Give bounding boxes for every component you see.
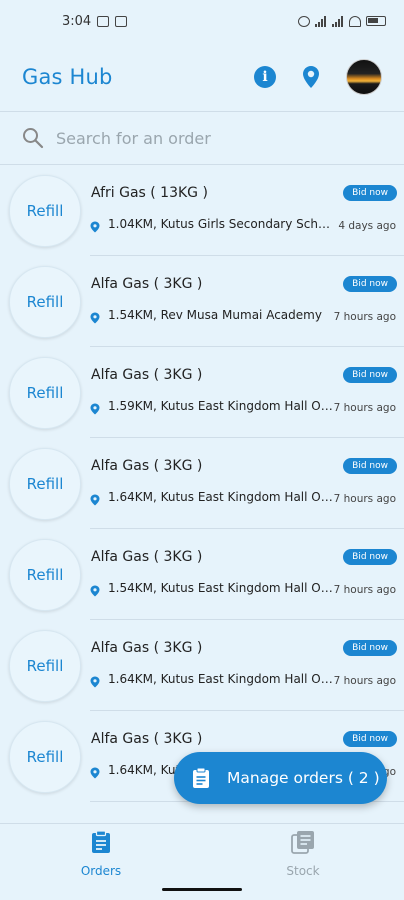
order-name: Alfa Gas ( 3KG ) (91, 276, 203, 292)
manage-orders-button[interactable]: Manage orders ( 2 ) (174, 752, 387, 804)
status-bar: 3:04 (0, 0, 404, 42)
order-time: 7 hours ago (333, 675, 396, 687)
search-input[interactable]: Search for an order (56, 129, 211, 148)
gallery-notification-icon (97, 15, 110, 27)
order-name: Alfa Gas ( 3KG ) (91, 458, 203, 474)
order-name: Afri Gas ( 13KG ) (91, 185, 208, 201)
refill-badge: Refill (9, 175, 81, 247)
app-title: Gas Hub (22, 65, 113, 89)
list-item[interactable]: Refill Afri Gas ( 13KG ) Bid now 1.04KM,… (0, 165, 404, 256)
battery-icon (366, 16, 386, 26)
search-icon (22, 127, 44, 149)
refill-badge: Refill (9, 448, 81, 520)
location-pin-icon (90, 673, 100, 688)
location-pin-icon (90, 491, 100, 506)
list-item[interactable]: Refill Alfa Gas ( 3KG ) Bid now 1.64KM, … (0, 438, 404, 529)
bid-now-button[interactable]: Bid now (343, 640, 397, 656)
status-time: 3:04 (62, 13, 92, 29)
location-pin-icon (90, 309, 100, 324)
bid-now-button[interactable]: Bid now (343, 731, 397, 747)
refill-badge: Refill (9, 721, 81, 793)
order-time: 7 hours ago (333, 311, 396, 323)
list-item[interactable]: Refill Alfa Gas ( 3KG ) Bid now 1.59KM, … (0, 347, 404, 438)
list-item[interactable]: Refill Alfa Gas ( 3KG ) Bid now 1.54KM, … (0, 529, 404, 620)
signal-secondary-icon (332, 15, 344, 27)
bid-now-button[interactable]: Bid now (343, 185, 397, 201)
order-location: 1.64KM, Kutus East Kingdom Hall Of Jehov… (108, 672, 335, 686)
order-name: Alfa Gas ( 3KG ) (91, 731, 203, 747)
refill-badge: Refill (9, 630, 81, 702)
bid-now-button[interactable]: Bid now (343, 458, 397, 474)
list-item[interactable]: Refill Alfa Gas ( 3KG ) Bid now 1.64KM, … (0, 620, 404, 711)
refill-badge: Refill (9, 357, 81, 429)
order-location: 1.04KM, Kutus Girls Secondary School (108, 217, 335, 231)
wifi-icon (349, 15, 361, 27)
tab-stock-label: Stock (286, 864, 320, 878)
hotspot-icon (298, 15, 310, 27)
order-time: 7 hours ago (333, 493, 396, 505)
order-location: 1.64KM, Kutus East Kingdom Hall Of Jehov… (108, 490, 335, 504)
bid-now-button[interactable]: Bid now (343, 367, 397, 383)
location-pin-icon (90, 764, 100, 779)
clipboard-icon (192, 767, 210, 789)
order-time: 7 hours ago (333, 584, 396, 596)
list-item[interactable]: Refill Alfa Gas ( 3KG ) Bid now 1.54KM, … (0, 256, 404, 347)
order-name: Alfa Gas ( 3KG ) (91, 549, 203, 565)
order-location: 1.54KM, Rev Musa Mumai Academy (108, 308, 322, 322)
location-pin-icon (90, 582, 100, 597)
info-icon[interactable]: i (254, 66, 276, 88)
location-pin-icon[interactable] (300, 65, 322, 89)
home-indicator[interactable] (162, 888, 242, 891)
bid-now-button[interactable]: Bid now (343, 549, 397, 565)
avatar[interactable] (346, 59, 382, 95)
refill-badge: Refill (9, 266, 81, 338)
orders-clipboard-icon (90, 830, 112, 858)
stock-list-icon (291, 830, 315, 858)
search-bar[interactable]: Search for an order (0, 112, 404, 164)
tab-stock[interactable]: Stock (202, 824, 404, 884)
signal-icon (315, 15, 327, 27)
tab-orders-label: Orders (80, 864, 122, 878)
manage-orders-label: Manage orders ( 2 ) (227, 769, 380, 787)
orders-list[interactable]: Refill Afri Gas ( 13KG ) Bid now 1.04KM,… (0, 165, 404, 822)
location-pin-icon (90, 218, 100, 233)
order-location: 1.54KM, Kutus East Kingdom Hall Of Jehov… (108, 581, 335, 595)
app-bar: Gas Hub i (0, 42, 404, 112)
mail-notification-icon (115, 15, 128, 27)
order-time: 4 days ago (338, 220, 396, 232)
order-time: 7 hours ago (333, 402, 396, 414)
location-pin-icon (90, 400, 100, 415)
order-name: Alfa Gas ( 3KG ) (91, 640, 203, 656)
order-location: 1.59KM, Kutus East Kingdom Hall Of Jehov… (108, 399, 335, 413)
refill-badge: Refill (9, 539, 81, 611)
bid-now-button[interactable]: Bid now (343, 276, 397, 292)
order-name: Alfa Gas ( 3KG ) (91, 367, 203, 383)
tab-orders[interactable]: Orders (0, 824, 202, 884)
